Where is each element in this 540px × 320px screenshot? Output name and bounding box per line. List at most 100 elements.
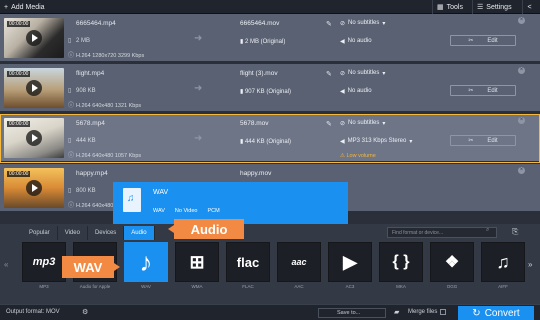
tools-label: Tools xyxy=(446,3,463,11)
format-search-input[interactable] xyxy=(387,227,497,238)
format-label: AIFF xyxy=(498,284,508,289)
audio-value: No audio xyxy=(347,88,372,94)
timecode: 00:00:00 xyxy=(7,171,31,177)
play-icon[interactable] xyxy=(26,80,42,96)
subtitles-icon: ⊘ xyxy=(340,21,346,27)
pencil-icon[interactable]: ✎ xyxy=(326,20,332,28)
timecode: 00:00:00 xyxy=(7,21,31,27)
audio-select[interactable]: ◀ No audio xyxy=(340,88,372,95)
audio-file-icon xyxy=(123,188,141,212)
format-tabs: Popular Video Devices Audio xyxy=(22,226,155,240)
tab-devices[interactable]: Devices xyxy=(88,226,125,240)
format-label: WAV xyxy=(141,284,151,289)
file-row[interactable]: 00:00:00 6665464.mp4 ▯ 2 MB ⓘ H.264 1280… xyxy=(0,14,540,63)
speaker-icon: ◀ xyxy=(340,39,345,45)
format-tile-wav[interactable]: ♪ xyxy=(124,242,168,282)
subtitles-value: No subtitles xyxy=(348,120,380,126)
merge-files-checkbox[interactable]: Merge files xyxy=(408,309,447,315)
info-icon: ⓘ xyxy=(68,203,75,209)
remove-icon[interactable]: × xyxy=(518,167,525,174)
chevron-left-icon[interactable]: « xyxy=(4,260,8,269)
scissors-icon: ✂ xyxy=(468,38,474,44)
tools-button[interactable]: ▦ Tools xyxy=(432,0,463,14)
braces-icon: { } xyxy=(392,253,410,270)
info-icon: ⓘ xyxy=(68,103,75,109)
output-size: ▮ 907 KB (Original) xyxy=(240,88,291,95)
source-meta: H.264 1280x720 3299 Kbps xyxy=(76,53,145,59)
audio-select[interactable]: ◀ No audio xyxy=(340,38,372,45)
chevron-down-icon: ▾ xyxy=(382,21,386,27)
folder-icon[interactable]: ▰ xyxy=(394,308,399,316)
output-size-text: 444 KB (Original) xyxy=(244,139,291,145)
format-tile-mp3[interactable]: mp3 xyxy=(22,242,66,282)
chevron-right-icon[interactable]: » xyxy=(528,260,532,269)
format-label: MP3 xyxy=(39,284,49,289)
format-tile-aac[interactable]: aac xyxy=(277,242,321,282)
popup-details: WAV No Video PCM xyxy=(153,208,220,214)
speaker-icon: ◀ xyxy=(340,89,345,95)
scissors-icon: ✂ xyxy=(468,138,474,144)
popup-codec: WAV xyxy=(153,208,165,214)
file-row-selected[interactable]: 00:00:00 5678.mp4 ▯ 444 KB ⓘ H.264 640x4… xyxy=(0,114,540,163)
settings-button[interactable]: ☰ Settings xyxy=(472,0,512,14)
video-thumbnail[interactable]: 00:00:00 xyxy=(4,18,64,58)
format-tile-aiff[interactable]: ♫ xyxy=(481,242,525,282)
pencil-icon[interactable]: ✎ xyxy=(326,70,332,78)
arrow-right-icon: ➜ xyxy=(194,133,203,144)
video-thumbnail[interactable]: 00:00:00 xyxy=(4,118,64,158)
source-meta: H.264 640x480 xyxy=(76,203,114,209)
mp3-icon: mp3 xyxy=(32,256,56,268)
output-size: ▮ 2 MB (Original) xyxy=(240,38,285,45)
format-tile-ac3[interactable]: ▶ xyxy=(328,242,372,282)
format-tile-mka[interactable]: { } xyxy=(379,242,423,282)
output-size-text: 2 MB (Original) xyxy=(244,39,286,45)
format-tile-ogg[interactable]: ❖ xyxy=(430,242,474,282)
remove-icon[interactable]: × xyxy=(518,67,525,74)
file-row[interactable]: 00:00:00 flight.mp4 ▯ 908 KB ⓘ H.264 640… xyxy=(0,64,540,113)
subtitles-icon: ⊘ xyxy=(340,121,346,127)
settings-label: Settings xyxy=(486,3,512,11)
save-to-field[interactable]: Save to... xyxy=(318,308,386,318)
format-label: AC3 xyxy=(345,284,355,289)
format-tile-flac[interactable]: flac xyxy=(226,242,270,282)
edit-button[interactable]: ✂ Edit xyxy=(450,85,516,96)
tab-video[interactable]: Video xyxy=(58,226,88,240)
info-icon: ⓘ xyxy=(68,53,75,59)
share-button[interactable]: < xyxy=(522,0,536,14)
convert-button[interactable]: ↻ Convert xyxy=(458,306,534,320)
audio-select[interactable]: ◀ MP3 313 Kbps Stereo ▾ xyxy=(340,138,412,145)
play-icon[interactable] xyxy=(26,130,42,146)
audio-value: No audio xyxy=(347,38,372,44)
edit-button[interactable]: ✂ Edit xyxy=(450,35,516,46)
device-detect-icon[interactable]: ⎘ xyxy=(512,227,518,237)
popup-title: WAV xyxy=(153,189,169,196)
share-icon: < xyxy=(527,3,532,11)
tab-audio[interactable]: Audio xyxy=(124,226,155,240)
add-media-button[interactable]: + Add Media xyxy=(4,0,45,14)
video-thumbnail[interactable]: 00:00:00 xyxy=(4,68,64,108)
format-tile-wma[interactable]: ⊞ xyxy=(175,242,219,282)
play-icon[interactable] xyxy=(26,30,42,46)
video-thumbnail[interactable]: 00:00:00 xyxy=(4,168,64,208)
tab-popular[interactable]: Popular xyxy=(22,226,58,240)
format-label: AAC xyxy=(294,284,304,289)
popup-video: No Video xyxy=(174,208,198,214)
pencil-icon[interactable]: ✎ xyxy=(326,120,332,128)
subtitles-select[interactable]: ⊘ No subtitles ▾ xyxy=(340,70,385,77)
format-label: Audio for Apple xyxy=(79,284,111,289)
edit-button[interactable]: ✂ Edit xyxy=(450,135,516,146)
flac-icon: flac xyxy=(236,254,260,270)
play-icon[interactable] xyxy=(26,180,42,196)
output-format-label: Output format: MOV xyxy=(6,309,60,315)
output-filename: 6665464.mov xyxy=(240,20,280,27)
subtitles-select[interactable]: ⊘ No subtitles ▾ xyxy=(340,120,385,127)
checkbox-icon xyxy=(440,309,447,315)
gear-icon[interactable]: ⚙ xyxy=(82,308,88,316)
add-media-label: Add Media xyxy=(11,3,45,11)
subtitles-select[interactable]: ⊘ No subtitles ▾ xyxy=(340,20,385,27)
remove-icon[interactable]: × xyxy=(518,17,525,24)
chevron-down-icon: ▾ xyxy=(409,139,413,145)
chevron-down-icon: ▾ xyxy=(382,71,386,77)
remove-icon[interactable]: × xyxy=(518,117,525,124)
arrow-right-icon: ➜ xyxy=(194,33,203,44)
